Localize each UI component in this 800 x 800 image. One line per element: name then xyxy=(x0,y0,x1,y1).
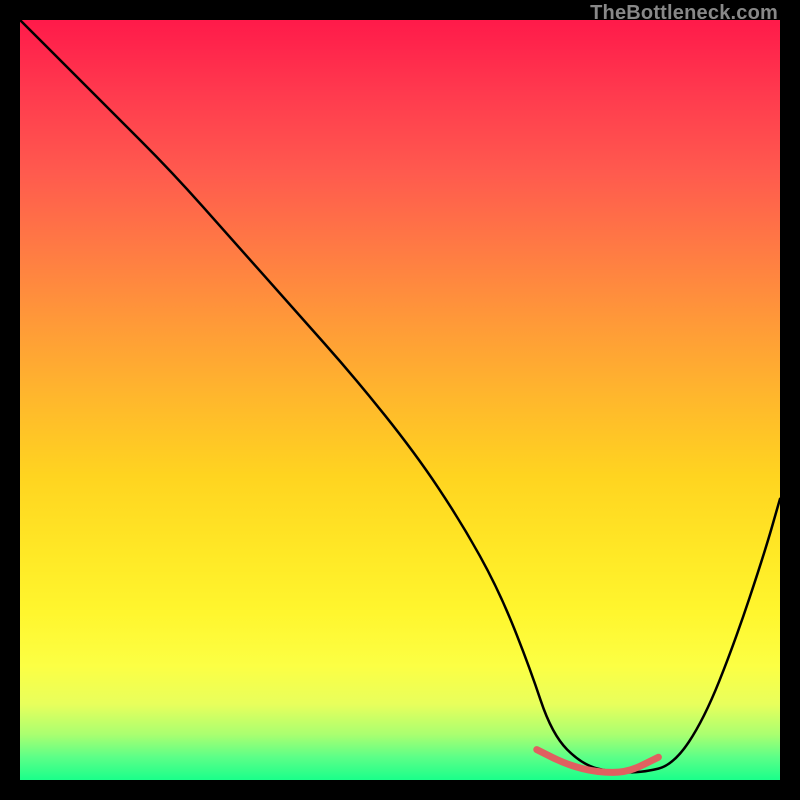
chart-container: TheBottleneck.com xyxy=(0,0,800,800)
plot-area xyxy=(20,20,780,780)
watermark-text: TheBottleneck.com xyxy=(590,2,778,25)
curve-svg xyxy=(20,20,780,780)
accent-segment xyxy=(537,750,659,773)
bottleneck-curve xyxy=(20,20,780,772)
